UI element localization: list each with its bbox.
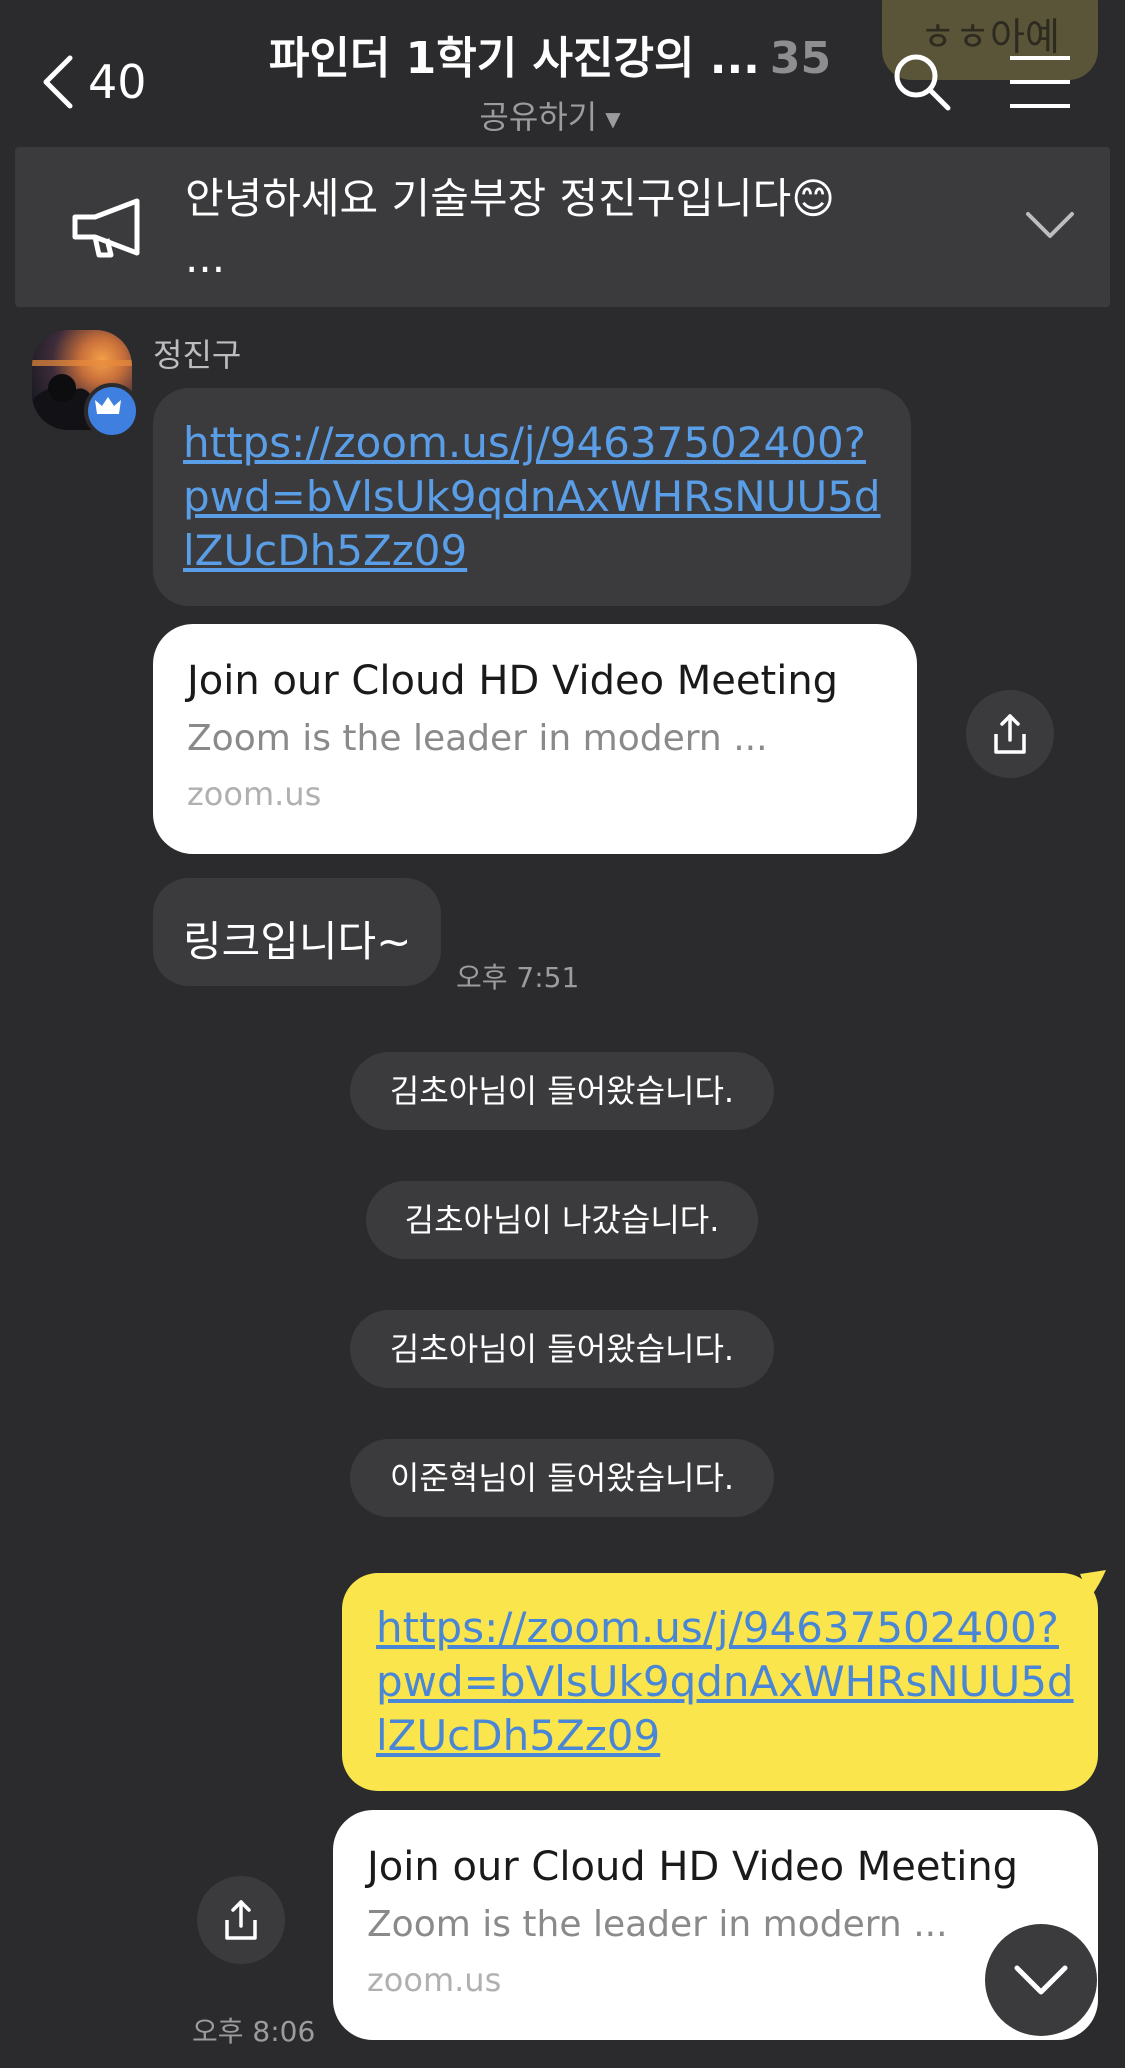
message-bubble[interactable]: https://zoom.us/j/94637502400?pwd=bVlsUk… — [153, 388, 911, 606]
search-icon — [894, 54, 951, 111]
message-time: 오후 7:51 — [456, 961, 580, 994]
system-message: 김초아님이 들어왔습니다. — [350, 1310, 774, 1388]
back-button[interactable]: 40 — [40, 42, 147, 122]
message-bubble[interactable]: 링크입니다~ — [153, 878, 441, 986]
message-text: 링크입니다~ — [183, 917, 412, 966]
menu-icon — [1010, 56, 1070, 108]
chevron-down-icon[interactable] — [1024, 210, 1076, 240]
crown-badge — [84, 383, 140, 439]
card-domain: zoom.us — [187, 775, 322, 813]
card-domain: zoom.us — [367, 1961, 502, 1999]
link-preview-card[interactable]: Join our Cloud HD Video Meeting Zoom is … — [153, 624, 917, 854]
notice-banner[interactable]: 안녕하세요 기술부장 정진구입니다😊 ... — [15, 147, 1110, 307]
card-description: Zoom is the leader in modern ... — [367, 1904, 948, 1945]
card-title: Join our Cloud HD Video Meeting — [367, 1844, 1019, 1890]
share-icon — [994, 714, 1026, 754]
megaphone-icon — [72, 198, 140, 258]
notice-text: 안녕하세요 기술부장 정진구입니다😊 — [185, 174, 836, 223]
message-link[interactable]: https://zoom.us/j/94637502400?pwd=bVlsUk… — [376, 1601, 1076, 1763]
card-title: Join our Cloud HD Video Meeting — [187, 658, 839, 704]
search-button[interactable] — [890, 50, 954, 114]
caret-down-icon: ▼ — [605, 107, 621, 131]
scroll-to-bottom-button[interactable] — [985, 1924, 1097, 2036]
share-button[interactable] — [197, 1876, 285, 1964]
share-button[interactable] — [966, 690, 1054, 778]
chevron-down-icon — [1014, 1965, 1068, 1995]
share-dropdown[interactable]: 공유하기 ▼ — [230, 92, 870, 138]
link-preview-card[interactable]: Join our Cloud HD Video Meeting Zoom is … — [333, 1810, 1098, 2040]
system-message: 이준혁님이 들어왔습니다. — [350, 1439, 774, 1517]
sender-name: 정진구 — [153, 336, 242, 374]
system-message: 김초아님이 들어왔습니다. — [350, 1052, 774, 1130]
share-label: 공유하기 — [479, 98, 598, 136]
chevron-left-icon — [43, 55, 73, 109]
member-count: 35 — [769, 33, 832, 84]
menu-button[interactable] — [1008, 54, 1072, 110]
notice-ellipsis: ... — [185, 233, 226, 282]
chat-title-area[interactable]: 파인더 1학기 사진강의 ... 35 공유하기 ▼ — [230, 22, 870, 138]
crown-icon — [95, 397, 121, 414]
message-link[interactable]: https://zoom.us/j/94637502400?pwd=bVlsUk… — [183, 416, 883, 578]
system-message: 김초아님이 나갔습니다. — [366, 1181, 758, 1259]
share-icon — [225, 1900, 257, 1940]
bubble-tail — [1080, 1570, 1106, 1598]
my-message-bubble[interactable]: https://zoom.us/j/94637502400?pwd=bVlsUk… — [342, 1573, 1098, 1791]
chat-title: 파인더 1학기 사진강의 ... — [268, 33, 760, 84]
card-description: Zoom is the leader in modern ... — [187, 718, 768, 759]
unread-count: 40 — [88, 55, 147, 109]
message-time: 오후 8:06 — [192, 2015, 316, 2048]
